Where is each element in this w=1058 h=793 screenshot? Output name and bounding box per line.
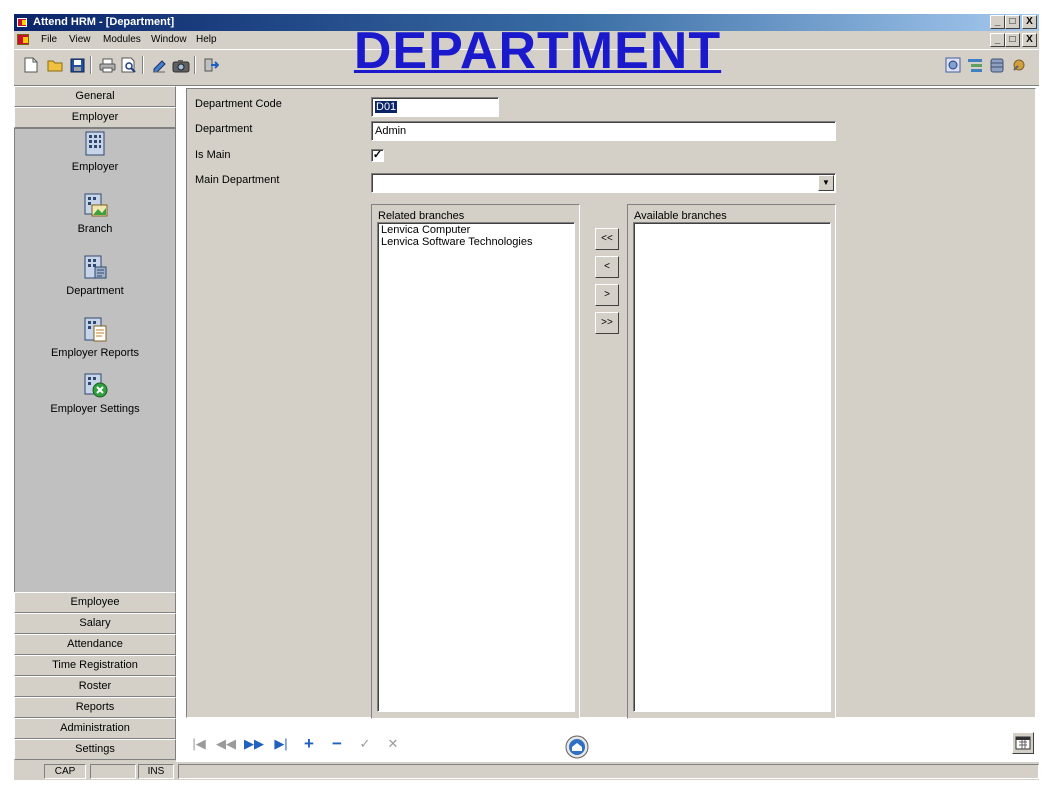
sidebar-section-roster[interactable]: Roster — [14, 676, 176, 697]
prior-record-icon[interactable]: ◀◀ — [216, 736, 236, 752]
related-branches-list[interactable]: Lenvica Computer Lenvica Software Techno… — [377, 222, 575, 712]
camera-icon[interactable] — [172, 56, 190, 74]
mdi-child-icon[interactable] — [17, 34, 29, 45]
maximize-button[interactable]: □ — [1005, 15, 1020, 29]
chevron-down-icon[interactable]: ▼ — [818, 175, 834, 191]
reports-icon — [84, 317, 107, 342]
department-code-value: D01 — [375, 101, 398, 113]
sidebar-section-reports[interactable]: Reports — [14, 697, 176, 718]
close-button[interactable]: X — [1022, 15, 1037, 29]
exit-icon[interactable] — [202, 56, 220, 74]
available-branches-list[interactable] — [633, 222, 831, 712]
sidebar-item-employer[interactable]: Employer — [15, 129, 175, 173]
cancel-record-icon[interactable]: ✕ — [384, 736, 402, 752]
toolbar-separator — [142, 56, 144, 74]
sidebar-item-label: Department — [66, 285, 124, 297]
is-main-label: Is Main — [195, 149, 231, 161]
settings-icon — [84, 373, 108, 398]
sidebar-section-employer[interactable]: Employer — [14, 107, 176, 128]
sidebar-item-department[interactable]: Department — [15, 253, 175, 297]
add-record-icon[interactable]: + — [300, 735, 318, 752]
page-heading: DEPARTMENT — [353, 22, 722, 80]
insert-mode-indicator: INS — [138, 764, 174, 779]
print-icon[interactable] — [98, 56, 116, 74]
status-message-panel — [178, 764, 1039, 779]
first-record-icon[interactable]: |◀ — [190, 736, 208, 752]
window-title: Attend HRM - [Department] — [33, 16, 175, 28]
branch-icon — [84, 193, 108, 217]
sidebar: General Employer Employer Branch Departm… — [14, 86, 176, 762]
minimize-button[interactable]: _ — [990, 15, 1005, 29]
move-left-button[interactable]: < — [595, 256, 619, 278]
caps-lock-indicator: CAP — [44, 764, 86, 779]
sidebar-item-label: Branch — [77, 223, 113, 235]
department-form: Department Code D01 Department Admin Is … — [186, 88, 1036, 719]
available-branches-group: Available branches — [627, 204, 836, 719]
sidebar-item-branch[interactable]: Branch — [15, 191, 175, 235]
open-folder-icon[interactable] — [46, 56, 64, 74]
tree-view-icon[interactable] — [966, 56, 984, 74]
sidebar-item-employer-settings[interactable]: Employer Settings — [15, 371, 175, 415]
home-icon[interactable] — [565, 735, 589, 759]
move-right-button[interactable]: > — [595, 284, 619, 306]
sidebar-section-employee[interactable]: Employee — [14, 592, 176, 613]
list-item[interactable]: Lenvica Software Technologies — [381, 236, 571, 248]
next-record-icon[interactable]: ▶▶ — [244, 736, 264, 752]
sidebar-section-salary[interactable]: Salary — [14, 613, 176, 634]
delete-record-icon[interactable]: − — [328, 735, 346, 752]
menu-file[interactable]: File — [41, 34, 57, 45]
mdi-restore-button[interactable]: □ — [1005, 33, 1020, 47]
tools-icon[interactable] — [1010, 56, 1028, 74]
department-field[interactable]: Admin — [371, 121, 836, 141]
main-department-select[interactable]: ▼ — [371, 173, 836, 193]
database-icon[interactable] — [988, 56, 1006, 74]
window-controls: _ □ X — [990, 15, 1037, 29]
sidebar-section-time-registration[interactable]: Time Registration — [14, 655, 176, 676]
related-branches-title: Related branches — [378, 210, 465, 222]
sidebar-section-general[interactable]: General — [14, 86, 176, 107]
calendar-button[interactable] — [1012, 732, 1034, 754]
sidebar-section-administration[interactable]: Administration — [14, 718, 176, 739]
app-icon — [17, 18, 27, 27]
sidebar-item-label: Employer — [71, 161, 119, 173]
menu-view[interactable]: View — [69, 34, 91, 45]
last-record-icon[interactable]: ▶| — [272, 736, 290, 752]
department-code-field[interactable]: D01 — [371, 97, 499, 117]
calendar-icon — [1015, 736, 1031, 750]
department-label: Department — [195, 123, 253, 135]
new-document-icon[interactable] — [22, 56, 40, 74]
main-department-label: Main Department — [195, 174, 280, 186]
status-panel — [90, 764, 136, 779]
list-item[interactable]: Lenvica Computer — [381, 224, 571, 236]
sidebar-section-settings[interactable]: Settings — [14, 739, 176, 760]
sidebar-item-label: Employer Settings — [50, 403, 140, 415]
menu-window[interactable]: Window — [151, 34, 187, 45]
toolbar-separator — [90, 56, 92, 74]
mdi-close-button[interactable]: X — [1022, 33, 1037, 47]
post-record-icon[interactable]: ✓ — [356, 736, 374, 752]
available-branches-title: Available branches — [634, 210, 727, 222]
department-code-label: Department Code — [195, 98, 282, 110]
is-main-checkbox[interactable]: ✓ — [371, 149, 384, 162]
edit-icon[interactable] — [150, 56, 168, 74]
move-all-right-button[interactable]: >> — [595, 312, 619, 334]
department-value: Admin — [375, 125, 407, 137]
sidebar-item-employer-reports[interactable]: Employer Reports — [15, 315, 175, 359]
mdi-minimize-button[interactable]: _ — [990, 33, 1005, 47]
sidebar-section-attendance[interactable]: Attendance — [14, 634, 176, 655]
print-preview-icon[interactable] — [120, 56, 138, 74]
status-bar: CAP INS — [14, 762, 1039, 780]
sidebar-item-label: Employer Reports — [50, 347, 140, 359]
menu-modules[interactable]: Modules — [103, 34, 141, 45]
related-branches-group: Related branches Lenvica Computer Lenvic… — [371, 204, 580, 719]
building-icon — [85, 131, 105, 156]
department-icon — [84, 255, 107, 279]
save-icon[interactable] — [68, 56, 86, 74]
toolbar-separator — [194, 56, 196, 74]
move-all-left-button[interactable]: << — [595, 228, 619, 250]
mdi-controls: _ □ X — [990, 33, 1037, 47]
module-view-icon[interactable] — [944, 56, 962, 74]
menu-help[interactable]: Help — [196, 34, 217, 45]
